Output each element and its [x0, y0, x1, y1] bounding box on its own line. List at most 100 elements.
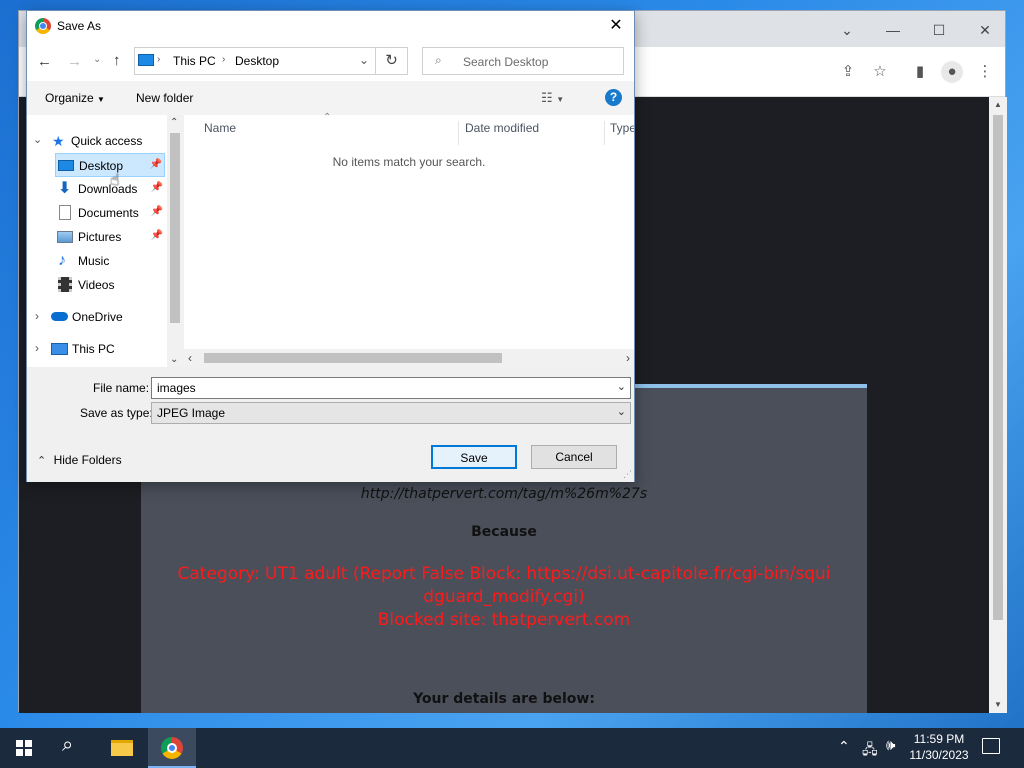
pin-icon: 📌 [150, 206, 163, 217]
nav-scroll-thumb[interactable] [170, 133, 180, 323]
taskbar-search-button[interactable]: ⌕ [48, 728, 96, 768]
tray-chevron-up-icon[interactable]: ⌃ [838, 738, 850, 755]
chevron-down-icon: ⌄ [616, 406, 626, 418]
scroll-right-icon[interactable]: › [626, 351, 630, 365]
nav-quick-access-label: Quick access [71, 134, 143, 148]
nav-this-pc[interactable]: › This PC [27, 337, 167, 361]
nav-scrollbar[interactable]: ⌃ ⌄ [167, 115, 184, 367]
help-icon[interactable]: ? [605, 89, 622, 106]
nav-onedrive[interactable]: › OneDrive [27, 305, 167, 329]
category-line-1: Category: UT1 adult (Report False Block:… [177, 564, 831, 584]
nav-item-pictures[interactable]: Pictures 📌 [55, 225, 165, 249]
dialog-titlebar: Save As ✕ [27, 11, 634, 41]
notification-icon[interactable] [982, 738, 1000, 754]
hide-folders-label: Hide Folders [53, 453, 122, 467]
start-button[interactable] [0, 728, 48, 768]
refresh-icon: ↻ [385, 52, 398, 69]
pin-icon: 📌 [149, 159, 162, 170]
breadcrumb-chevron-icon: › [157, 54, 161, 65]
nav-onedrive-label: OneDrive [72, 310, 123, 324]
view-options-icon[interactable]: ☷ ▼ [541, 90, 564, 106]
breadcrumb-chevron-icon: › [222, 54, 226, 65]
back-icon[interactable]: ← [37, 53, 52, 70]
tab-search-icon[interactable]: ⌄ [824, 17, 870, 43]
windows-logo-icon [16, 740, 32, 756]
address-bar[interactable]: › This PC › Desktop ⌄ [134, 47, 376, 75]
profile-icon[interactable]: ● [941, 61, 963, 83]
save-options: File name: images ⌄ Save as type: JPEG I… [27, 367, 634, 482]
save-type-label: Save as type: [80, 406, 153, 420]
search-placeholder: Search Desktop [463, 55, 549, 69]
file-explorer-button[interactable] [98, 728, 146, 768]
blocked-url: http://thatpervert.com/tag/m%26m%27s [360, 486, 648, 502]
side-panel-icon[interactable]: ▮ [909, 61, 931, 83]
address-dropdown-icon[interactable]: ⌄ [359, 53, 369, 67]
breadcrumb-this-pc[interactable]: This PC [173, 54, 216, 68]
column-label: Type [610, 121, 634, 135]
documents-icon [59, 205, 71, 220]
file-name-value: images [157, 381, 196, 395]
nav-item-documents[interactable]: Documents 📌 [55, 201, 165, 225]
search-icon: ⌕ [62, 734, 74, 756]
nav-item-label: Documents [78, 206, 139, 220]
menu-kebab-icon[interactable]: ⋮ [974, 61, 996, 83]
minimize-button[interactable]: — [870, 17, 916, 43]
computer-icon [51, 343, 68, 355]
chevron-down-icon[interactable]: ⌄ [617, 380, 626, 393]
column-header-date-modified[interactable]: Date modified [465, 121, 605, 145]
navigation-pane: ⌄ ★ Quick access Desktop 📌 ⬇ Downloads 📌… [27, 115, 184, 367]
scroll-down-icon[interactable]: ⌄ [170, 354, 178, 365]
chevron-down-icon: ▼ [97, 95, 105, 104]
chrome-taskbar-button[interactable] [148, 728, 196, 768]
scroll-up-icon[interactable]: ▲ [989, 97, 1007, 113]
sort-asc-icon: ⌃ [323, 112, 332, 123]
nav-item-label: Music [78, 254, 110, 268]
pictures-icon [57, 231, 73, 243]
blocked-site: Blocked site: thatpervert.com [377, 610, 631, 630]
maximize-button[interactable]: ☐ [916, 17, 962, 43]
network-icon[interactable]: 🖧 [862, 739, 878, 763]
scroll-down-icon[interactable]: ▼ [989, 697, 1007, 713]
nav-quick-access[interactable]: ⌄ ★ Quick access [27, 129, 167, 153]
resize-grip-icon[interactable]: ⋰ [623, 469, 632, 480]
organize-button[interactable]: Organize ▼ [45, 91, 105, 105]
scroll-up-icon[interactable]: ⌃ [170, 117, 178, 128]
bookmark-star-icon[interactable]: ☆ [869, 61, 891, 83]
recent-dropdown-icon[interactable]: ⌄ [93, 54, 101, 65]
taskbar: ⌕ ⌃ 🖧 🕪 11:59 PM 11/30/2023 [0, 728, 1024, 768]
file-name-label: File name: [93, 381, 150, 395]
hide-folders-button[interactable]: ⌃ Hide Folders [37, 453, 122, 467]
close-icon[interactable]: ✕ [604, 14, 628, 38]
pin-icon: 📌 [150, 230, 163, 241]
music-icon: ♪ [58, 252, 66, 269]
column-header-type[interactable]: Type [610, 121, 634, 145]
refresh-button[interactable]: ↻ [376, 47, 408, 75]
nav-item-videos[interactable]: Videos [55, 273, 165, 297]
save-type-select[interactable]: JPEG Image ⌄ [151, 402, 631, 424]
clock-time: 11:59 PM [913, 732, 965, 746]
forward-icon[interactable]: → [67, 53, 82, 70]
desktop-icon [58, 160, 74, 171]
cancel-button[interactable]: Cancel [531, 445, 617, 469]
horizontal-scrollbar[interactable]: ‹ › [184, 349, 634, 367]
horizontal-scroll-thumb[interactable] [204, 353, 502, 363]
close-window-button[interactable]: ✕ [962, 17, 1008, 43]
search-input[interactable]: ⌕ Search Desktop [422, 47, 624, 75]
page-scroll-thumb[interactable] [993, 115, 1003, 620]
new-folder-button[interactable]: New folder [136, 91, 193, 105]
search-icon: ⌕ [435, 53, 442, 67]
nav-item-music[interactable]: ♪ Music [55, 249, 165, 273]
save-button[interactable]: Save [431, 445, 517, 469]
clock[interactable]: 11:59 PM 11/30/2023 [906, 731, 972, 763]
up-icon[interactable]: ↑ [113, 52, 121, 69]
downloads-icon: ⬇ [58, 180, 72, 197]
page-scrollbar[interactable]: ▲ ▼ [989, 97, 1007, 713]
share-icon[interactable]: ⇪ [837, 61, 859, 83]
chrome-logo-icon [35, 18, 51, 34]
column-header-name[interactable]: Name [204, 121, 459, 145]
volume-icon[interactable]: 🕪 [886, 737, 895, 754]
organize-label: Organize [45, 91, 94, 105]
scroll-left-icon[interactable]: ‹ [188, 351, 192, 365]
file-name-field[interactable]: images ⌄ [151, 377, 631, 399]
breadcrumb-desktop[interactable]: Desktop [235, 54, 279, 68]
